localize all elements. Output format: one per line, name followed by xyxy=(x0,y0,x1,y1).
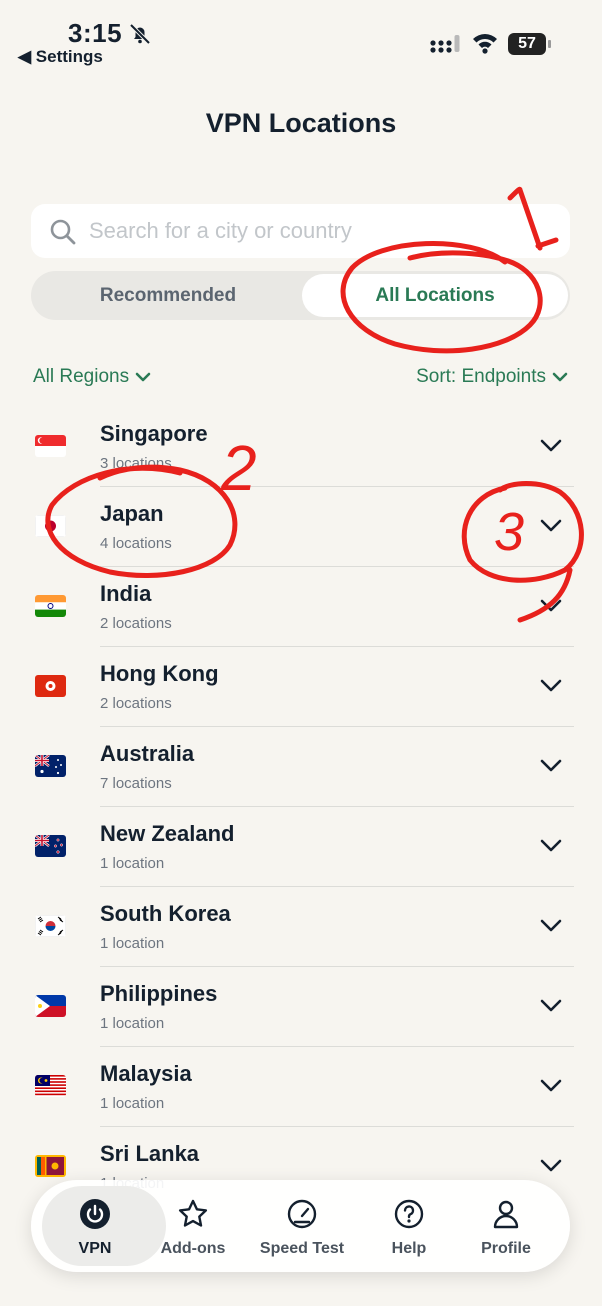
location-row-south-korea[interactable]: South Korea 1 location xyxy=(0,887,602,967)
profile-icon xyxy=(493,1200,519,1229)
location-row-india[interactable]: India 2 locations xyxy=(0,567,602,647)
location-row-philippines[interactable]: Philippines 1 location xyxy=(0,967,602,1047)
status-bar: 3:15 ◀ Settings 57 xyxy=(0,0,602,80)
location-name: India xyxy=(100,581,152,606)
chevron-down-icon[interactable] xyxy=(539,517,563,533)
search-input[interactable] xyxy=(89,204,549,258)
help-icon xyxy=(394,1199,424,1229)
chevron-down-icon[interactable] xyxy=(539,917,563,933)
location-count: 4 locations xyxy=(100,535,172,552)
location-name: South Korea xyxy=(100,901,231,926)
tab-vpn[interactable]: VPN xyxy=(42,1180,166,1272)
cellular-signal-icon xyxy=(430,35,460,53)
tab-recommended[interactable]: Recommended xyxy=(35,274,301,317)
page-title: VPN Locations xyxy=(205,108,397,138)
tab-speed-test[interactable]: Speed Test xyxy=(252,1180,352,1272)
tab-addons[interactable]: Add-ons xyxy=(143,1180,243,1272)
tab-profile[interactable]: Profile xyxy=(456,1180,556,1272)
chevron-down-icon[interactable] xyxy=(539,837,563,853)
sort-dropdown-label: Sort: Endpoints xyxy=(416,366,546,387)
search-icon xyxy=(50,219,76,245)
search-bar[interactable] xyxy=(31,204,570,258)
location-name: Australia xyxy=(100,741,195,766)
japan-flag-icon xyxy=(35,515,66,537)
location-row-new-zealand[interactable]: New Zealand 1 location xyxy=(0,807,602,887)
regions-dropdown[interactable]: All Regions xyxy=(33,366,151,388)
battery-nub xyxy=(548,40,551,48)
chevron-down-icon[interactable] xyxy=(539,597,563,613)
tab-vpn-label: VPN xyxy=(78,1240,112,1257)
australia-flag-icon xyxy=(35,755,66,777)
chevron-down-icon xyxy=(135,372,151,382)
sort-dropdown[interactable]: Sort: Endpoints xyxy=(416,366,568,388)
tab-help[interactable]: Help xyxy=(359,1180,459,1272)
philippines-flag-icon xyxy=(35,995,66,1017)
location-count: 1 location xyxy=(100,935,165,952)
location-segmented-control: Recommended All Locations xyxy=(31,271,570,320)
location-row-malaysia[interactable]: Malaysia 1 location xyxy=(0,1047,602,1127)
chevron-down-icon[interactable] xyxy=(539,1077,563,1093)
location-count: 2 locations xyxy=(100,615,172,632)
bottom-tab-bar: VPN Add-ons Speed Test Help Profile xyxy=(31,1180,570,1272)
tab-all-locations[interactable]: All Locations xyxy=(302,274,568,317)
location-count: 1 location xyxy=(100,855,165,872)
status-time: 3:15 xyxy=(68,18,123,48)
tab-help-label: Help xyxy=(391,1240,427,1257)
chevron-down-icon[interactable] xyxy=(539,757,563,773)
sri-lanka-flag-icon xyxy=(35,1155,66,1177)
location-row-singapore[interactable]: Singapore 3 locations xyxy=(0,407,602,487)
location-name: New Zealand xyxy=(100,821,235,846)
chevron-down-icon[interactable] xyxy=(539,1157,563,1173)
location-count: 1 location xyxy=(100,1015,165,1032)
chevron-down-icon xyxy=(552,372,568,382)
location-name: Sri Lanka xyxy=(100,1141,200,1166)
location-name: Malaysia xyxy=(100,1061,192,1086)
south-korea-flag-icon xyxy=(35,915,66,937)
location-count: 7 locations xyxy=(100,775,172,792)
india-flag-icon xyxy=(35,595,66,617)
battery-indicator: 57 xyxy=(508,33,546,55)
tab-speed-test-label: Speed Test xyxy=(259,1240,345,1257)
filter-bar: All Regions Sort: Endpoints xyxy=(0,366,602,394)
regions-dropdown-label: All Regions xyxy=(33,366,130,387)
location-row-hong-kong[interactable]: Hong Kong 2 locations xyxy=(0,647,602,727)
location-name: Philippines xyxy=(100,981,218,1006)
location-count: 2 locations xyxy=(100,695,172,712)
location-count: 1 location xyxy=(100,1095,165,1112)
hong-kong-flag-icon xyxy=(35,675,66,697)
singapore-flag-icon xyxy=(35,435,66,457)
chevron-down-icon[interactable] xyxy=(539,437,563,453)
location-name: Japan xyxy=(100,501,164,526)
location-name: Hong Kong xyxy=(100,661,219,686)
bell-muted-icon xyxy=(129,23,151,45)
power-icon xyxy=(80,1199,110,1229)
location-count: 3 locations xyxy=(100,455,172,472)
star-icon xyxy=(178,1199,208,1227)
location-row-japan[interactable]: Japan 4 locations xyxy=(0,487,602,567)
back-to-settings-link[interactable]: ◀ Settings xyxy=(18,47,103,67)
speedometer-icon xyxy=(287,1199,317,1229)
wifi-icon xyxy=(473,34,497,54)
chevron-down-icon[interactable] xyxy=(539,677,563,693)
tab-addons-label: Add-ons xyxy=(160,1240,226,1257)
new-zealand-flag-icon xyxy=(35,835,66,857)
chevron-down-icon[interactable] xyxy=(539,997,563,1013)
tab-profile-label: Profile xyxy=(481,1240,531,1257)
location-row-australia[interactable]: Australia 7 locations xyxy=(0,727,602,807)
malaysia-flag-icon xyxy=(35,1075,66,1097)
location-name: Singapore xyxy=(100,421,208,446)
